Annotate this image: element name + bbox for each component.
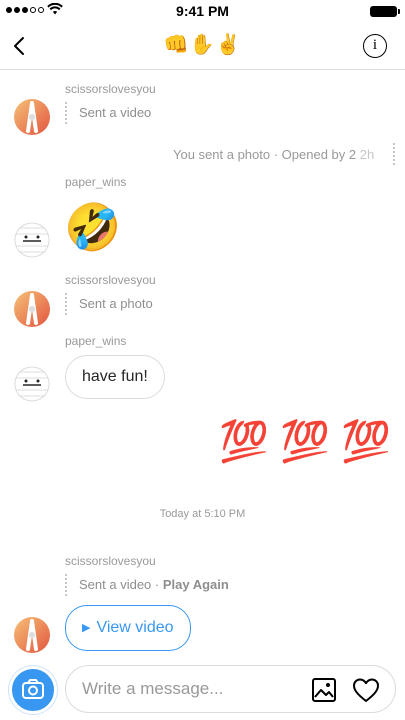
status-bar: 9:41 PM [0, 0, 405, 22]
message-field [65, 665, 396, 713]
view-video-label: View video [96, 619, 174, 636]
battery-icon [370, 6, 400, 17]
sent-status-text: You sent a photo · Opened by 2 [173, 147, 357, 162]
avatar-paper-wins[interactable] [14, 222, 50, 258]
clock: 9:41 PM [176, 3, 229, 19]
message-input[interactable] [82, 674, 302, 704]
sender-name: scissorslovesyou [65, 273, 156, 287]
sent-emoji-message[interactable]: 💯 💯 💯 [219, 414, 391, 470]
text-message-bubble[interactable]: have fun! [65, 355, 165, 399]
activity-text: Sent a video · [79, 577, 163, 592]
sent-status-age: 2h [359, 147, 375, 162]
avatar-paper-wins[interactable] [14, 366, 50, 402]
sender-name: scissorslovesyou [65, 82, 156, 96]
sender-name: scissorslovesyou [65, 554, 156, 568]
message-composer [0, 662, 405, 720]
camera-icon [22, 679, 44, 699]
sender-name: paper_wins [65, 334, 127, 348]
view-video-button[interactable]: ▶ View video [65, 605, 191, 651]
thread-marker [393, 143, 395, 165]
avatar-scissorslovesyou[interactable] [14, 617, 50, 653]
sender-name: paper_wins [65, 175, 127, 189]
camera-button[interactable] [9, 666, 57, 714]
avatar-scissorslovesyou[interactable] [14, 291, 50, 327]
emoji-message[interactable]: 🤣 [64, 198, 121, 256]
play-icon: ▶ [82, 622, 91, 634]
gallery-icon[interactable] [311, 677, 337, 703]
activity-sent-photo: Sent a photo [65, 293, 153, 315]
play-again-link[interactable]: Play Again [163, 577, 229, 592]
conversation-header: 👊✋✌️ i [0, 22, 405, 70]
timestamp-divider: Today at 5:10 PM [159, 508, 246, 520]
conversation-title[interactable]: 👊✋✌️ [0, 32, 405, 58]
info-icon[interactable]: i [363, 34, 387, 58]
avatar-scissorslovesyou[interactable] [14, 99, 50, 135]
heart-icon[interactable] [352, 677, 380, 703]
activity-sent-video: Sent a video · Play Again [65, 574, 229, 596]
sent-photo-status: You sent a photo · Opened by 2 2h [173, 147, 374, 162]
activity-sent-video: Sent a video [65, 102, 151, 124]
